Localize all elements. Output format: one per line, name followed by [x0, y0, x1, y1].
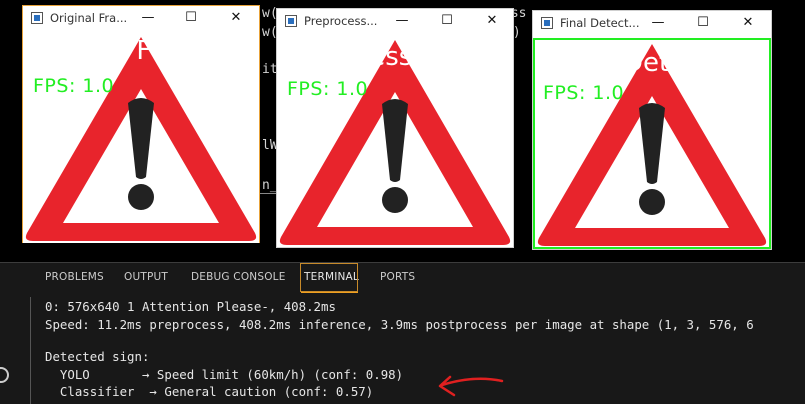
window-title: Final Detect... [560, 16, 640, 30]
tab-output[interactable]: OUTPUT [124, 271, 168, 283]
terminal-line: Classifier → General caution (conf: 0.57… [45, 384, 374, 399]
window-title: Preprocess... [304, 14, 378, 28]
minimize-button[interactable]: — [643, 13, 673, 33]
terminal-line: 0: 576x640 1 Attention Please-, 408.2ms [45, 299, 336, 314]
account-icon[interactable] [0, 367, 9, 383]
final-detection-window[interactable]: Final Detect... — ☐ ✕ Dete FPS: 1.0 [532, 10, 772, 250]
window-titlebar[interactable]: Original Fra... — ☐ ✕ [23, 6, 259, 30]
app-icon [285, 15, 297, 27]
window-titlebar[interactable]: Preprocess... — ☐ ✕ [277, 9, 513, 33]
app-icon [31, 12, 43, 24]
window-titlebar[interactable]: Final Detect... — ☐ ✕ [533, 11, 771, 35]
overlay-text: Dete [623, 48, 686, 78]
close-button[interactable]: ✕ [477, 11, 507, 31]
tab-ports[interactable]: PORTS [380, 271, 415, 283]
minimize-button[interactable]: — [133, 8, 163, 28]
preprocess-window[interactable]: Preprocess... — ☐ ✕ ocess FPS: 1.0 [276, 8, 514, 248]
overlay-text: ocess [339, 42, 413, 72]
overlay-text: al F [105, 36, 152, 66]
app-icon [541, 17, 553, 29]
maximize-button[interactable]: ☐ [688, 13, 718, 33]
minimize-button[interactable]: — [387, 11, 417, 31]
original-frame-window[interactable]: Original Fra... — ☐ ✕ al F FPS: 1.0 [22, 5, 260, 243]
terminal-line: YOLO → Speed limit (60km/h) (conf: 0.98) [45, 367, 404, 382]
frame-image: al F FPS: 1.0 [23, 31, 259, 243]
frame-image: ocess FPS: 1.0 [277, 34, 513, 247]
editor-divider [258, 193, 278, 194]
tab-debug-console[interactable]: DEBUG CONSOLE [191, 271, 286, 283]
maximize-button[interactable]: ☐ [432, 11, 462, 31]
annotation-arrow-icon [438, 375, 504, 397]
frame-image: Dete FPS: 1.0 [533, 38, 771, 249]
maximize-button[interactable]: ☐ [176, 8, 206, 28]
panel-tabs: PROBLEMS OUTPUT DEBUG CONSOLE TERMINAL P… [0, 263, 805, 295]
tab-problems[interactable]: PROBLEMS [45, 271, 104, 283]
close-button[interactable]: ✕ [221, 8, 251, 28]
window-title: Original Fra... [50, 11, 128, 25]
terminal-panel: PROBLEMS OUTPUT DEBUG CONSOLE TERMINAL P… [0, 263, 805, 404]
terminal-line: Speed: 11.2ms preprocess, 408.2ms infere… [45, 317, 754, 332]
fps-label: FPS: 1.0 [543, 82, 625, 104]
terminal-gutter-line [30, 297, 31, 404]
fps-label: FPS: 1.0 [33, 75, 115, 97]
fps-label: FPS: 1.0 [287, 78, 369, 100]
close-button[interactable]: ✕ [733, 13, 763, 33]
terminal-line: Detected sign: [45, 349, 150, 364]
terminal-tab-focus [300, 263, 358, 292]
